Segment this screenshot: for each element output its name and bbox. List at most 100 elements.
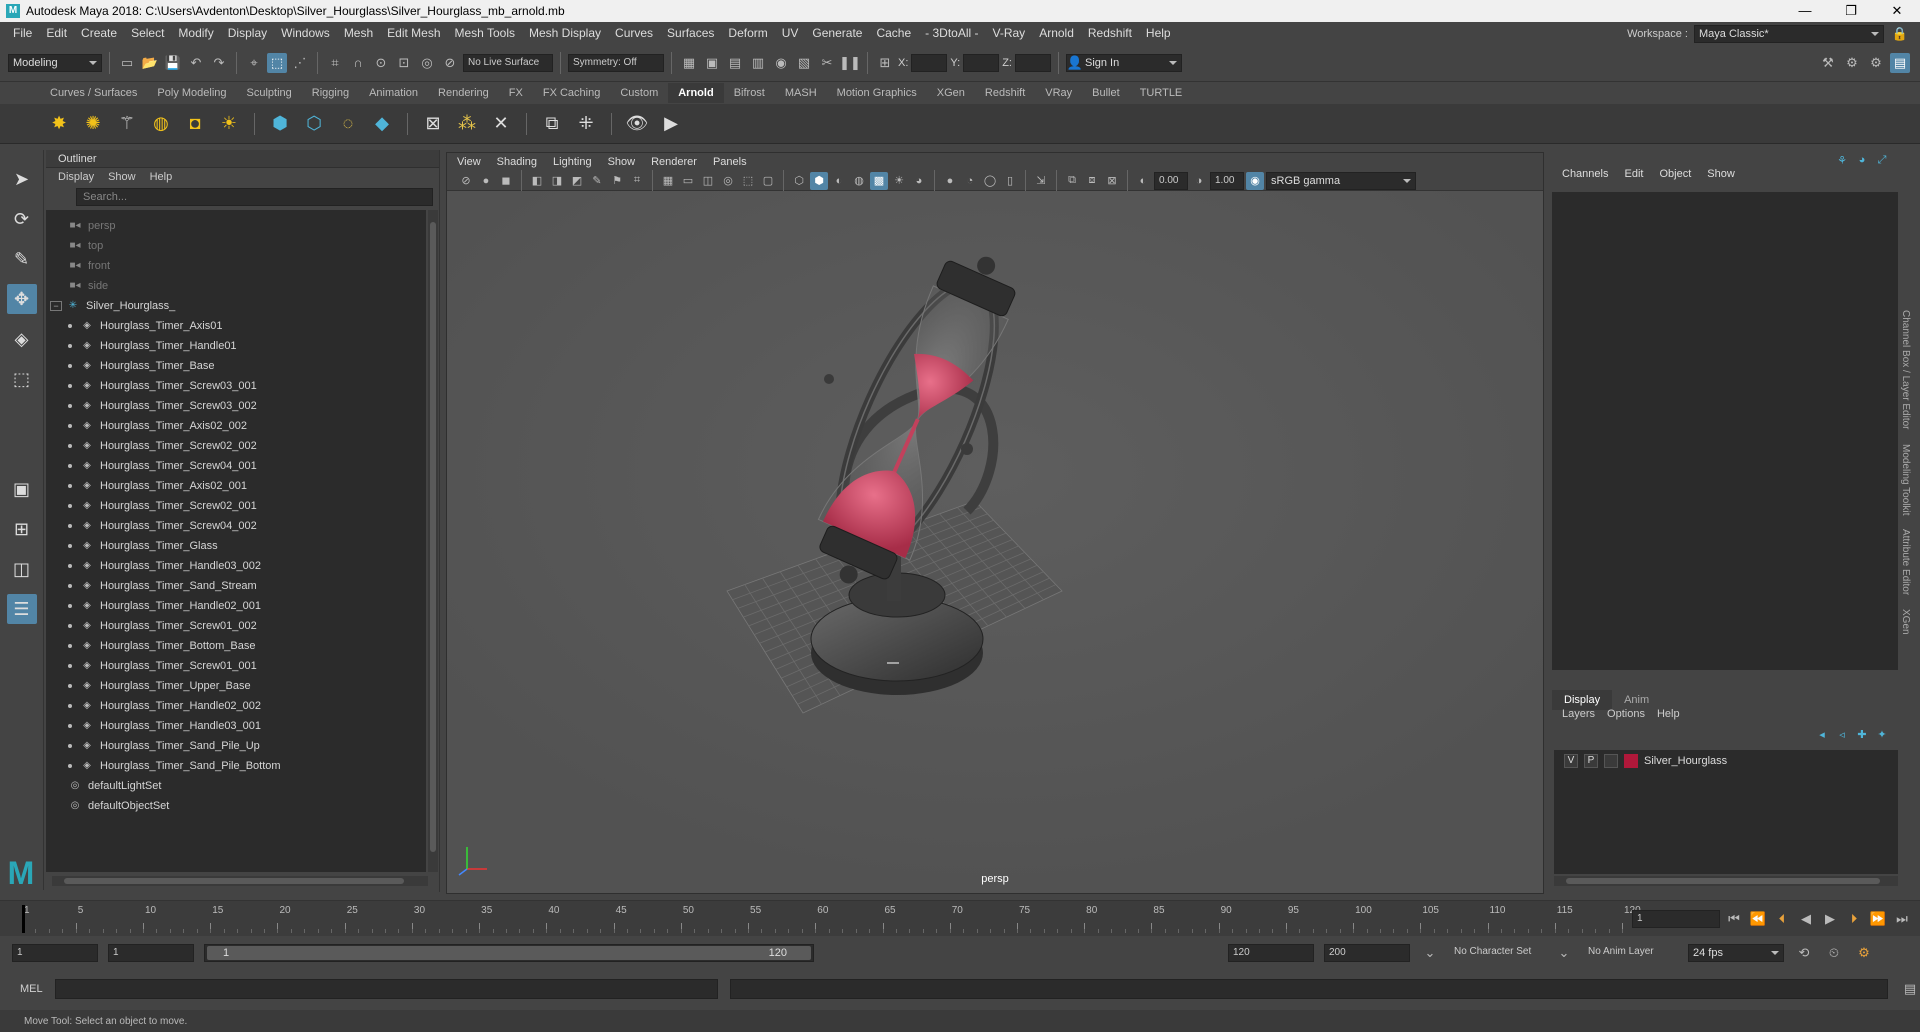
- motion-blur-icon[interactable]: ◔: [961, 172, 979, 190]
- outliner-item-mesh[interactable]: ◈ Hourglass_Timer_Handle03_001: [46, 716, 426, 736]
- camera-icon[interactable]: ◧: [528, 172, 546, 190]
- select-object-icon[interactable]: ⬚: [267, 52, 287, 73]
- play-backward-icon[interactable]: ◀: [1796, 909, 1816, 929]
- loop-icon[interactable]: ⟲: [1794, 943, 1814, 963]
- arnold-render-icon[interactable]: ▧: [794, 53, 814, 73]
- outliner-item-mesh[interactable]: ◈ Hourglass_Timer_Handle01: [46, 336, 426, 356]
- xray-icon[interactable]: ⧉: [1063, 172, 1081, 190]
- layer-horizontal-scrollbar[interactable]: [1554, 876, 1898, 886]
- snap-curve-icon[interactable]: ∩: [348, 53, 368, 73]
- viewport-menu-show[interactable]: Show: [608, 153, 636, 171]
- select-camera-icon[interactable]: ⊘: [457, 172, 475, 190]
- side-tab-xgen[interactable]: XGen: [1900, 609, 1911, 635]
- expand-dot-icon[interactable]: [68, 624, 72, 628]
- outliner-item-front[interactable]: ■◂ front: [46, 256, 426, 276]
- z-field[interactable]: [1014, 53, 1051, 72]
- depth-of-field-icon[interactable]: ▯: [1001, 172, 1019, 190]
- playback-start-field[interactable]: 1: [108, 944, 194, 962]
- xray-joints-icon[interactable]: ⊠: [1103, 172, 1121, 190]
- outliner-item-group[interactable]: − ✳ Silver_Hourglass_: [46, 296, 426, 316]
- new-layer-selected-icon[interactable]: ✦: [1874, 726, 1890, 742]
- step-back-frame-icon[interactable]: ⏴: [1772, 909, 1792, 929]
- menu-mesh[interactable]: Mesh: [337, 22, 380, 44]
- view-transform-dropdown[interactable]: sRGB gamma: [1266, 171, 1416, 190]
- command-language-label[interactable]: MEL: [20, 983, 43, 995]
- photometric-light-icon[interactable]: ⚚: [114, 111, 140, 137]
- xray-active-icon[interactable]: ⧈: [1083, 172, 1101, 190]
- live-surface-field[interactable]: No Live Surface: [463, 53, 553, 72]
- open-scene-icon[interactable]: 📂: [140, 53, 160, 73]
- outliner-item-mesh[interactable]: ◈ Hourglass_Timer_Screw03_001: [46, 376, 426, 396]
- outliner-vertical-scrollbar[interactable]: [428, 210, 438, 872]
- move-layer-up-icon[interactable]: ◂: [1814, 726, 1830, 742]
- two-view-icon[interactable]: ◫: [7, 554, 37, 584]
- expand-dot-icon[interactable]: [68, 424, 72, 428]
- smooth-shade-icon[interactable]: ⬢: [810, 171, 828, 190]
- viewport-menu-shading[interactable]: Shading: [497, 153, 537, 171]
- viewport-menu-view[interactable]: View: [457, 153, 481, 171]
- grid-icon[interactable]: ⌗: [628, 172, 646, 190]
- close-button[interactable]: ✕: [1874, 0, 1920, 22]
- channel-menu-edit[interactable]: Edit: [1624, 168, 1643, 180]
- outliner-menu-display[interactable]: Display: [58, 168, 94, 186]
- outliner-item-mesh[interactable]: ◈ Hourglass_Timer_Bottom_Base: [46, 636, 426, 656]
- layer-display-type-toggle[interactable]: [1604, 754, 1618, 768]
- tab-turtle[interactable]: TURTLE: [1130, 83, 1193, 103]
- expand-dot-icon[interactable]: [68, 564, 72, 568]
- new-layer-icon[interactable]: ✚: [1854, 726, 1870, 742]
- arnold-ipr-icon[interactable]: ✂: [817, 53, 837, 73]
- play-forward-icon[interactable]: ▶: [1820, 909, 1840, 929]
- fps-dropdown[interactable]: 24 fps: [1688, 944, 1784, 962]
- menu-generate[interactable]: Generate: [805, 22, 869, 44]
- symmetry-dropdown[interactable]: Symmetry: Off: [568, 53, 664, 72]
- safe-action-icon[interactable]: ⬚: [739, 172, 757, 190]
- snap-point-icon[interactable]: ⊙: [371, 53, 391, 73]
- lock-icon[interactable]: 🔒: [1890, 24, 1910, 44]
- camera-attributes-icon[interactable]: ●: [477, 172, 495, 190]
- tab-curves-surfaces[interactable]: Curves / Surfaces: [40, 83, 147, 103]
- expand-dot-icon[interactable]: [68, 504, 72, 508]
- menu-uv[interactable]: UV: [775, 22, 806, 44]
- isolate-select-icon[interactable]: ⇲: [1032, 172, 1050, 190]
- expand-dot-icon[interactable]: [68, 744, 72, 748]
- shadows-icon[interactable]: ◕: [910, 172, 928, 190]
- character-set-arrow-icon[interactable]: ⌄: [1420, 943, 1440, 963]
- new-scene-icon[interactable]: ▭: [117, 53, 137, 73]
- tab-mash[interactable]: MASH: [775, 83, 827, 103]
- menu-help[interactable]: Help: [1139, 22, 1178, 44]
- script-editor-icon[interactable]: ▤: [1900, 979, 1920, 999]
- x-field[interactable]: [911, 53, 948, 72]
- layer-row-silver-hourglass[interactable]: V P Silver_Hourglass: [1554, 750, 1898, 772]
- outliner-item-mesh[interactable]: ◈ Hourglass_Timer_Screw01_001: [46, 656, 426, 676]
- hypershade-icon[interactable]: ◉: [771, 53, 791, 73]
- scrollbar-thumb[interactable]: [430, 222, 436, 852]
- menu-display[interactable]: Display: [221, 22, 274, 44]
- expand-dot-icon[interactable]: [68, 644, 72, 648]
- four-view-icon[interactable]: ⊞: [7, 514, 37, 544]
- transform-mode-icon[interactable]: ⊞: [875, 53, 895, 73]
- default-material-icon[interactable]: ◐: [830, 172, 848, 190]
- menu-curves[interactable]: Curves: [608, 22, 660, 44]
- light-manager-icon[interactable]: ⁜: [573, 111, 599, 137]
- select-hierarchy-icon[interactable]: ⌖: [244, 53, 264, 73]
- outliner-item-side[interactable]: ■◂ side: [46, 276, 426, 296]
- expand-dot-icon[interactable]: [68, 684, 72, 688]
- tab-anim-layers[interactable]: Anim: [1612, 690, 1661, 710]
- outliner-layout-icon[interactable]: ☰: [6, 594, 37, 624]
- aov-editor-icon[interactable]: ⧉: [539, 111, 565, 137]
- side-tab-channel-box[interactable]: Channel Box / Layer Editor: [1900, 310, 1911, 430]
- rotate-tool-icon[interactable]: ◈: [7, 324, 37, 354]
- bookmark-icon[interactable]: ⚑: [608, 172, 626, 190]
- menu-modify[interactable]: Modify: [171, 22, 220, 44]
- image-plane-icon[interactable]: ◨: [548, 172, 566, 190]
- menu-vray[interactable]: V-Ray: [986, 22, 1033, 44]
- render-view-shelf-icon[interactable]: 👁: [624, 111, 650, 137]
- current-time-indicator[interactable]: [22, 905, 25, 933]
- tab-motion-graphics[interactable]: Motion Graphics: [827, 83, 927, 103]
- volume-icon[interactable]: ◌: [335, 111, 361, 137]
- tool-settings-icon[interactable]: ⚙: [1866, 53, 1886, 73]
- range-slider[interactable]: 1 120: [204, 944, 814, 962]
- field-chart-icon[interactable]: ◎: [719, 172, 737, 190]
- film-gate-icon[interactable]: ▦: [659, 172, 677, 190]
- outliner-item-mesh[interactable]: ◈ Hourglass_Timer_Screw03_002: [46, 396, 426, 416]
